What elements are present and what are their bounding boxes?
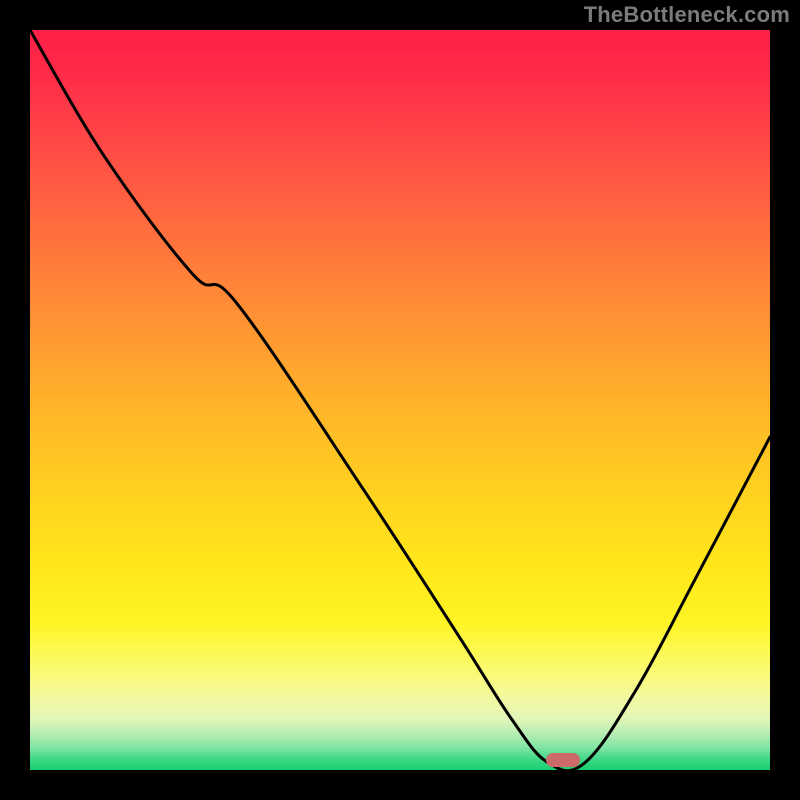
bottleneck-curve-svg [30,30,770,770]
plot-area [30,30,770,770]
minimum-marker [546,753,580,767]
bottleneck-curve-path [30,30,770,770]
chart-container: TheBottleneck.com [0,0,800,800]
watermark-text: TheBottleneck.com [584,2,790,28]
